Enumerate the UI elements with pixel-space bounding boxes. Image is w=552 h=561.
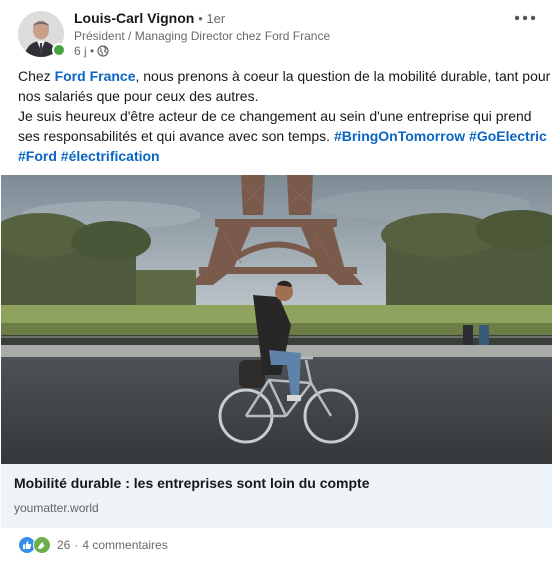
post-text-line: Chez Ford France, nous prenons à coeur l… [18, 66, 550, 86]
support-icon [33, 536, 51, 554]
post-meta: 6 j • [74, 44, 109, 58]
feed-post-card: Louis-Carl Vignon • 1er Président / Mana… [0, 0, 552, 561]
post-text-line: Je suis heureux d'être acteur de ce chan… [18, 108, 532, 124]
author-line: Louis-Carl Vignon • 1er [74, 10, 225, 26]
separator-dot: · [74, 538, 79, 552]
hashtag-link[interactable]: #électrification [61, 148, 160, 164]
article-image[interactable] [1, 175, 552, 464]
author-name[interactable]: Louis-Carl Vignon [74, 10, 194, 26]
like-icon-glyph [23, 541, 32, 549]
post-text: Chez Ford France, nous prenons à coeur l… [18, 66, 550, 166]
support-icon-glyph [38, 542, 45, 549]
hashtag-link[interactable]: #Ford [18, 148, 57, 164]
hashtag-link[interactable]: #GoElectric [469, 128, 547, 144]
post-text-line: #Ford #électrification [18, 146, 542, 166]
company-mention-link[interactable]: Ford France [55, 68, 136, 84]
comments-count[interactable]: 4 commentaires [82, 538, 167, 552]
post-text-fragment: ses responsabilités et qui avance avec s… [18, 128, 334, 144]
author-headline: Président / Managing Director chez Ford … [74, 29, 331, 43]
link-preview-title[interactable]: Mobilité durable : les entreprises sont … [14, 475, 370, 491]
post-text-fragment: , nous prenons à coeur la question de la… [135, 68, 551, 84]
hashtag-link[interactable]: #BringOnTomorrow [334, 128, 465, 144]
globe-icon [97, 45, 109, 57]
post-text-line: ses responsabilités et qui avance avec s… [18, 126, 547, 146]
post-header: Louis-Carl Vignon • 1er Président / Mana… [0, 0, 552, 62]
connection-degree: • 1er [198, 11, 226, 26]
author-avatar[interactable] [18, 11, 66, 59]
link-preview-domain: youmatter.world [14, 501, 99, 515]
reactions-count[interactable]: 26 [57, 538, 70, 552]
link-preview[interactable]: Mobilité durable : les entreprises sont … [1, 464, 552, 528]
social-counts: 26 · 4 commentaires [18, 536, 168, 554]
post-text-fragment: Chez [18, 68, 55, 84]
more-options-button[interactable] [512, 8, 538, 28]
post-text-line: nos salariés que pour ceux des autres. [18, 88, 259, 104]
online-status-indicator [52, 43, 66, 57]
post-time: 6 j • [74, 44, 95, 58]
ellipsis-icon [514, 15, 536, 21]
